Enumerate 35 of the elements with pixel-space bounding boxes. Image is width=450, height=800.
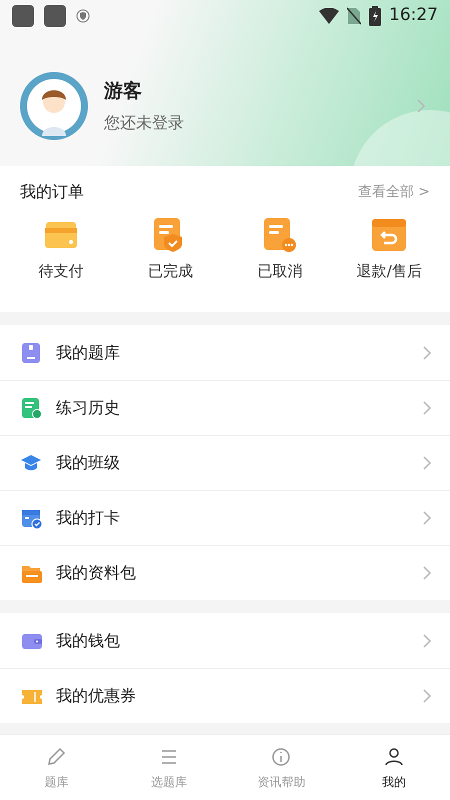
menu-item[interactable]: 我的钱包 [0, 613, 450, 668]
menu-item[interactable]: 我的题库 [0, 325, 450, 380]
login-status: 您还未登录 [104, 112, 184, 134]
order-status-button[interactable]: 退款/售后 [334, 216, 444, 282]
calendar-check-icon [20, 507, 42, 529]
notification-icon [44, 5, 66, 27]
shield-icon [76, 9, 90, 23]
book-icon [20, 342, 42, 364]
menu-item[interactable]: 练习历史 [0, 380, 450, 435]
chevron-right-icon [422, 632, 432, 648]
chevron-right-icon [416, 98, 426, 114]
chevron-right-icon [422, 688, 432, 704]
order-status-button[interactable]: 待支付 [6, 216, 116, 282]
menu-item[interactable]: 我的打卡 [0, 490, 450, 545]
notification-icon [12, 5, 34, 27]
chevron-right-icon [422, 344, 432, 360]
order-status-button[interactable]: 已取消 [225, 216, 334, 282]
avatar[interactable] [20, 72, 88, 140]
chevron-right-icon [422, 510, 432, 526]
orders-title: 我的订单 [20, 181, 84, 203]
chevron-right-icon [422, 400, 432, 416]
menu-item[interactable]: 我的班级 [0, 435, 450, 490]
wifi-icon [319, 8, 339, 24]
clock-time: 16:27 [389, 4, 438, 28]
menu-item[interactable]: 我的资料包 [0, 545, 450, 600]
chevron-right-icon [422, 455, 432, 471]
order-status-button[interactable]: 已完成 [116, 216, 225, 282]
battery-icon [369, 6, 381, 26]
nav-tab[interactable]: 我的 [338, 735, 450, 800]
document-clock-icon [20, 397, 42, 419]
menu-item[interactable]: 我的优惠券 [0, 668, 450, 723]
no-sim-icon [347, 7, 361, 25]
chevron-right-icon [422, 565, 432, 581]
user-name: 游客 [104, 78, 143, 104]
return-box-icon [370, 216, 408, 254]
